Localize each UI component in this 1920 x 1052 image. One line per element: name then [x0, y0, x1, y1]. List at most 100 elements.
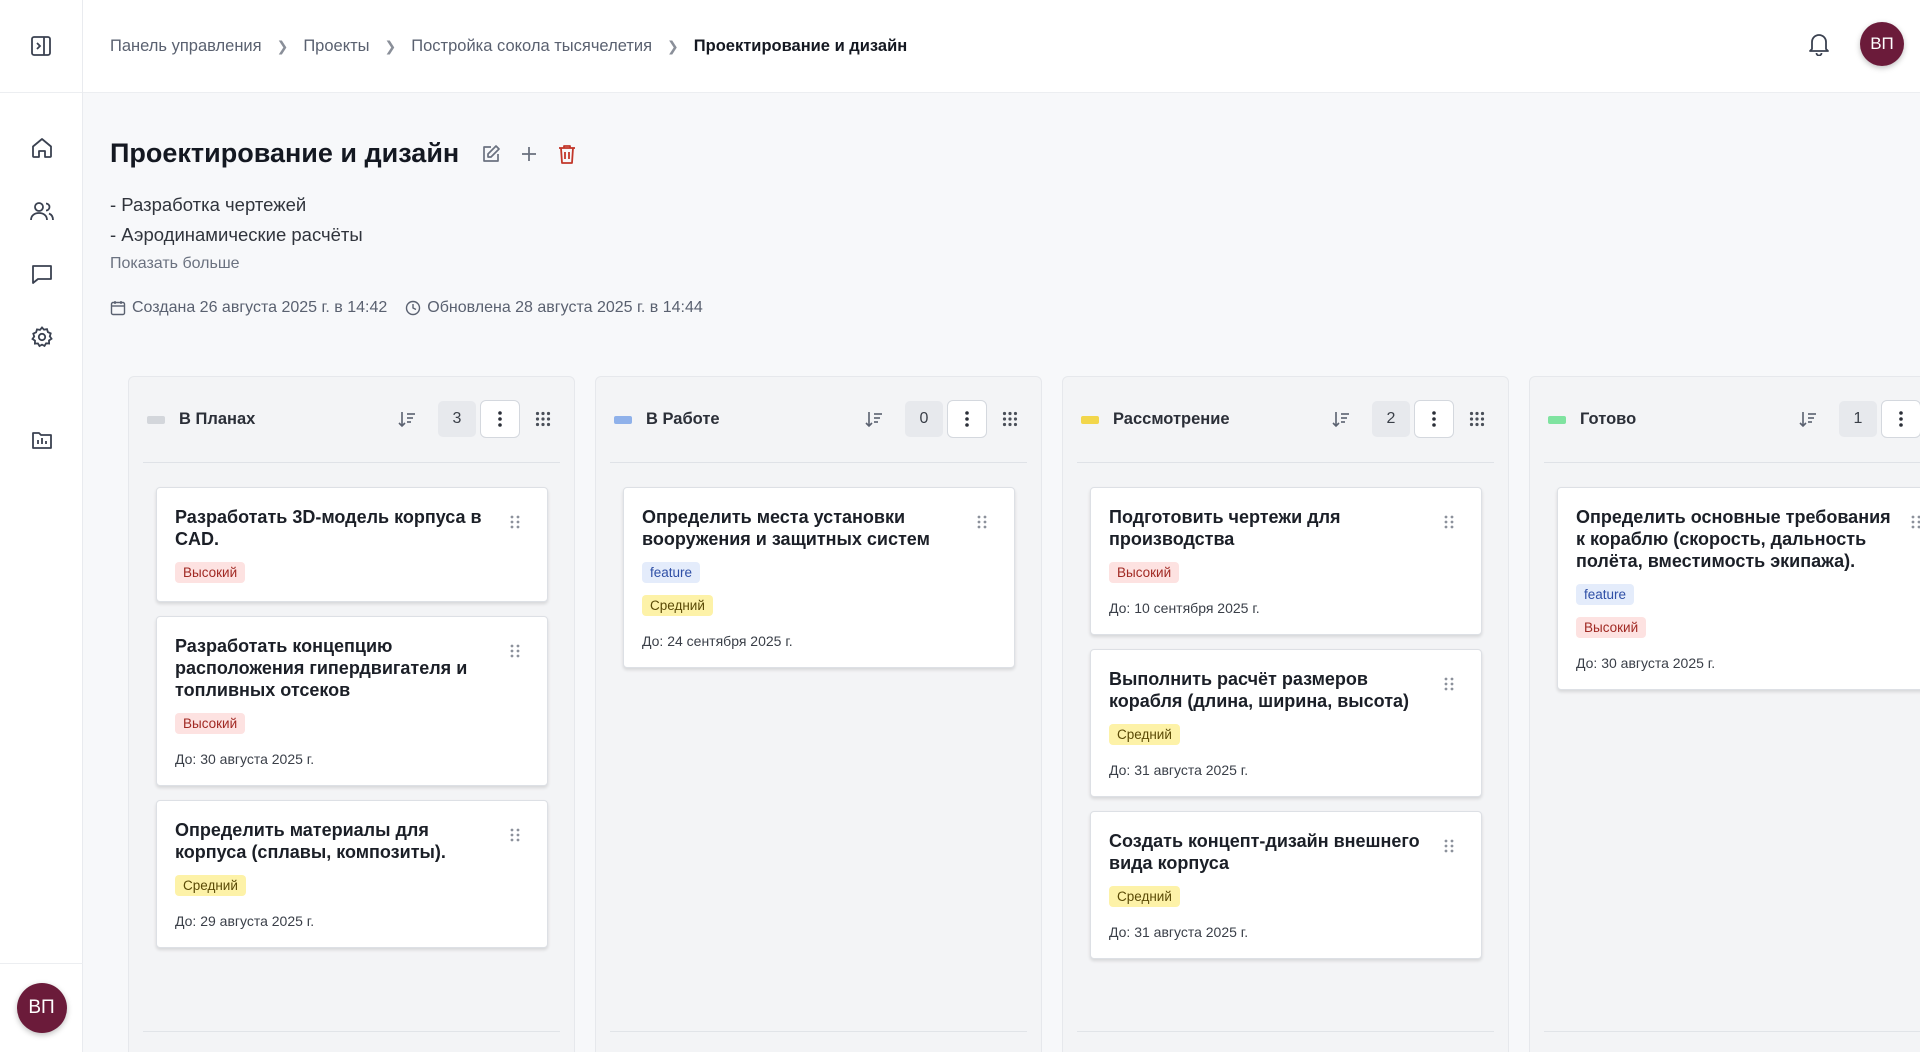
column-footer-divider: [1544, 1031, 1920, 1032]
avatar[interactable]: ВП: [1860, 22, 1904, 66]
column-count: 2: [1372, 401, 1410, 437]
due-date: До: 10 сентября 2025 г.: [1109, 600, 1260, 616]
due-date: До: 24 сентября 2025 г.: [642, 633, 793, 649]
priority-badge: Высокий: [175, 562, 246, 583]
sidebar-top: [0, 0, 82, 93]
task-card[interactable]: Выполнить расчёт размеров корабля (длина…: [1090, 649, 1482, 797]
gear-icon[interactable]: [22, 317, 62, 357]
due-date: До: 31 августа 2025 г.: [1109, 924, 1249, 940]
kanban-board: В Планах 3 Разработать 3D-модель корпуса…: [128, 376, 1920, 1052]
column-count: 3: [438, 401, 476, 437]
drag-handle-icon[interactable]: [1443, 676, 1455, 692]
drag-handle-icon[interactable]: [509, 643, 521, 659]
drag-grid-icon[interactable]: [528, 400, 558, 438]
home-icon[interactable]: [22, 128, 62, 168]
page-description: - Разработка чертежей - Аэродинамические…: [110, 190, 363, 250]
column-count: 1: [1839, 401, 1877, 437]
header-actions: ВП: [1802, 22, 1904, 66]
tag-row: Высокий: [1109, 550, 1425, 583]
card-list: Определить основные требования к кораблю…: [1530, 463, 1920, 690]
created-meta: Создана 26 августа 2025 г. в 14:42: [110, 299, 387, 317]
kanban-column: Рассмотрение 2 Подготовить чертежи для п…: [1062, 376, 1509, 1052]
sidebar-nav: [0, 128, 83, 483]
card-title: Определить места установки вооружения и …: [642, 507, 930, 549]
tag-row: Высокий: [1576, 605, 1892, 638]
card-list: Разработать 3D-модель корпуса в CAD. Выс…: [129, 463, 574, 948]
trash-icon[interactable]: [553, 140, 581, 168]
chevron-right-icon: ❯: [667, 37, 679, 54]
tag-row: Средний: [642, 583, 958, 616]
column-footer-divider: [143, 1031, 560, 1032]
breadcrumb-dashboard[interactable]: Панель управления: [110, 37, 262, 56]
page-title-row: Проектирование и дизайн: [110, 138, 581, 169]
task-card[interactable]: Подготовить чертежи для производства Выс…: [1090, 487, 1482, 635]
drag-handle-icon[interactable]: [509, 827, 521, 843]
sort-icon[interactable]: [1793, 400, 1823, 438]
priority-badge: Средний: [1109, 886, 1180, 907]
show-more-link[interactable]: Показать больше: [110, 255, 240, 273]
card-list: Подготовить чертежи для производства Выс…: [1063, 463, 1508, 959]
avatar[interactable]: ВП: [16, 983, 67, 1033]
drag-handle-icon[interactable]: [976, 514, 988, 530]
chat-icon[interactable]: [22, 254, 62, 294]
drag-handle-icon[interactable]: [509, 514, 521, 530]
sort-icon[interactable]: [1326, 400, 1356, 438]
more-vertical-icon[interactable]: [1881, 400, 1920, 438]
kanban-column: В Планах 3 Разработать 3D-модель корпуса…: [128, 376, 575, 1052]
edit-icon[interactable]: [477, 140, 505, 168]
card-title: Определить основные требования к кораблю…: [1576, 507, 1891, 571]
chevron-right-icon: ❯: [384, 37, 397, 54]
label-badge: feature: [642, 562, 701, 583]
chevron-right-icon: ❯: [276, 37, 289, 54]
tag-row: Средний: [175, 863, 491, 896]
priority-badge: Высокий: [1576, 617, 1647, 638]
tag-row: Высокий: [175, 701, 491, 734]
drag-grid-icon[interactable]: [995, 400, 1025, 438]
updated-text: Обновлена 28 августа 2025 г. в 14:44: [427, 299, 703, 316]
task-card[interactable]: Определить материалы для корпуса (сплавы…: [156, 800, 548, 948]
task-card[interactable]: Разработать 3D-модель корпуса в CAD. Выс…: [156, 487, 548, 602]
sort-icon[interactable]: [392, 400, 422, 438]
chart-folder-icon[interactable]: [22, 420, 62, 460]
users-icon[interactable]: [22, 191, 62, 231]
drag-handle-icon[interactable]: [1910, 514, 1920, 530]
due-date: До: 30 августа 2025 г.: [175, 751, 315, 767]
column-header: В Планах 3: [143, 377, 560, 463]
column-color-swatch: [614, 415, 632, 424]
card-title: Выполнить расчёт размеров корабля (длина…: [1109, 669, 1410, 711]
breadcrumb-project[interactable]: Постройка сокола тысячелетия: [411, 37, 652, 56]
column-title: Рассмотрение: [1113, 410, 1230, 428]
task-card[interactable]: Определить места установки вооружения и …: [623, 487, 1015, 668]
more-vertical-icon[interactable]: [947, 400, 987, 438]
drag-handle-icon[interactable]: [1443, 514, 1455, 530]
sidebar-toggle-icon[interactable]: [21, 26, 61, 66]
plus-icon[interactable]: [515, 140, 543, 168]
kanban-column: Готово 1 Определить основные требования …: [1529, 376, 1920, 1052]
drag-grid-icon[interactable]: [1462, 400, 1492, 438]
card-title: Создать концепт-дизайн внешнего вида кор…: [1109, 831, 1420, 873]
bell-icon[interactable]: [1802, 27, 1836, 61]
drag-handle-icon[interactable]: [1443, 838, 1455, 854]
column-color-swatch: [147, 415, 165, 424]
column-header: В Работе 0: [610, 377, 1027, 463]
priority-badge: Средний: [1109, 724, 1180, 745]
column-title: В Планах: [179, 410, 256, 428]
column-tools: 2: [1326, 400, 1492, 438]
task-card[interactable]: Создать концепт-дизайн внешнего вида кор…: [1090, 811, 1482, 959]
breadcrumb-projects[interactable]: Проекты: [303, 37, 369, 56]
task-card[interactable]: Разработать концепцию расположения гипер…: [156, 616, 548, 786]
top-header: Панель управления ❯ Проекты ❯ Постройка …: [83, 0, 1920, 93]
more-vertical-icon[interactable]: [480, 400, 520, 438]
sort-icon[interactable]: [859, 400, 889, 438]
page-meta: Создана 26 августа 2025 г. в 14:42 Обнов…: [110, 299, 721, 317]
column-tools: 3: [392, 400, 558, 438]
tag-row: Средний: [1109, 712, 1425, 745]
due-date: До: 29 августа 2025 г.: [175, 913, 315, 929]
column-color-swatch: [1081, 415, 1099, 424]
column-title: В Работе: [646, 410, 720, 428]
description-line: - Аэродинамические расчёты: [110, 224, 363, 245]
calendar-icon: [110, 301, 126, 316]
column-footer-divider: [1077, 1031, 1494, 1032]
task-card[interactable]: Определить основные требования к кораблю…: [1557, 487, 1920, 690]
more-vertical-icon[interactable]: [1414, 400, 1454, 438]
